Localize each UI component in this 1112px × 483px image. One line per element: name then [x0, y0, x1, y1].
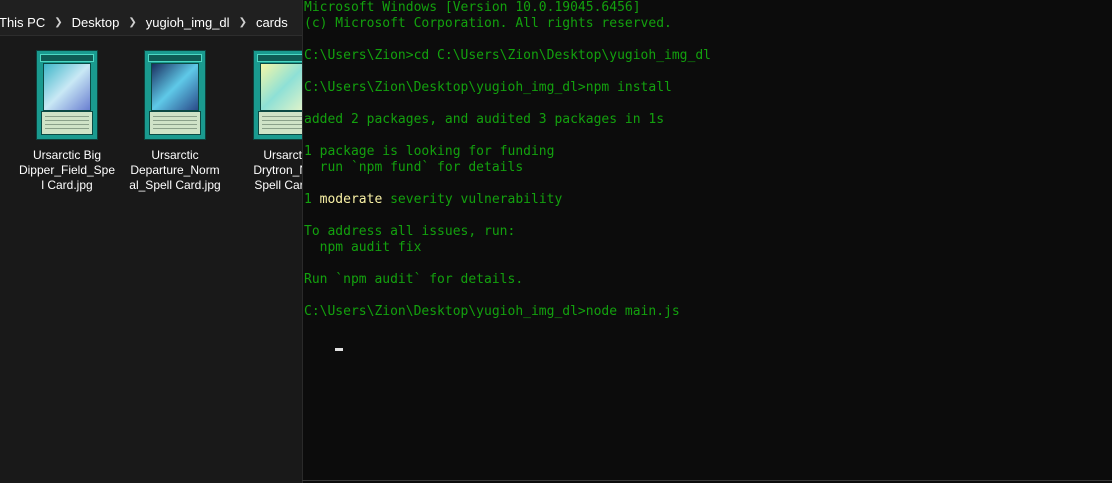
terminal-line: To address all issues, run: — [304, 224, 516, 239]
file-name-line: Dipper_Field_Spe — [18, 163, 116, 177]
terminal-line: Run `npm audit` for details. — [304, 272, 524, 287]
chevron-right-icon[interactable]: ❯ — [121, 17, 143, 28]
card-thumbnail[interactable] — [144, 50, 206, 140]
breadcrumb-cards[interactable]: cards — [254, 15, 290, 30]
breadcrumb-desktop[interactable]: Desktop — [70, 15, 122, 30]
file-name-line: al_Spell Card.jpg — [129, 178, 221, 192]
breadcrumb[interactable]: This PC ❯ Desktop ❯ yugioh_img_dl ❯ card… — [0, 10, 302, 36]
file-item[interactable]: Ursarctic Big Dipper_Field_Spe l Card.jp… — [12, 50, 122, 193]
file-name-line: l Card.jpg — [41, 178, 93, 192]
breadcrumb-yugioh-img-dl[interactable]: yugioh_img_dl — [144, 15, 232, 30]
terminal-output: Microsoft Windows [Version 10.0.19045.64… — [304, 0, 1112, 320]
terminal-line: 1 package is looking for funding — [304, 144, 555, 159]
file-name-line: Ursarctic — [151, 148, 199, 162]
text-cursor — [335, 348, 344, 351]
window-divider — [302, 480, 1112, 481]
card-text-box — [41, 111, 93, 135]
card-text-box — [149, 111, 201, 135]
card-title-bar — [40, 54, 94, 62]
terminal-line: (c) Microsoft Corporation. All rights re… — [304, 16, 672, 31]
terminal-line: Microsoft Windows [Version 10.0.19045.64… — [304, 0, 641, 15]
file-name-line: Drytron_No — [253, 163, 302, 177]
card-thumbnail[interactable] — [253, 50, 302, 140]
card-art — [43, 63, 91, 111]
terminal-input-line[interactable] — [304, 320, 1112, 351]
severity-highlight: moderate — [319, 192, 383, 207]
file-name-label: Ursarctic Departure_Norm al_Spell Card.j… — [120, 148, 230, 193]
card-thumbnail[interactable] — [36, 50, 98, 140]
explorer-title-strip — [0, 0, 302, 10]
file-explorer-window: This PC ❯ Desktop ❯ yugioh_img_dl ❯ card… — [0, 0, 302, 483]
file-name-line: Ursarctic Big — [32, 148, 101, 162]
chevron-right-icon[interactable]: ❯ — [232, 17, 254, 28]
file-name-line: Spell Card. — [254, 178, 302, 192]
card-title-bar — [148, 54, 202, 62]
terminal-line: C:\Users\Zion\Desktop\yugioh_img_dl>node… — [304, 304, 680, 319]
file-name-line: Ursarcti — [263, 148, 302, 162]
terminal-line: npm audit fix — [304, 240, 422, 255]
file-name-line: Departure_Norm — [130, 163, 220, 177]
terminal-window[interactable]: Microsoft Windows [Version 10.0.19045.64… — [302, 0, 1112, 483]
card-text-box — [258, 111, 302, 135]
breadcrumb-this-pc[interactable]: This PC — [0, 15, 47, 30]
terminal-line: C:\Users\Zion>cd C:\Users\Zion\Desktop\y… — [304, 48, 711, 63]
card-title-bar — [257, 54, 302, 62]
chevron-right-icon[interactable]: ❯ — [47, 17, 69, 28]
terminal-line: added 2 packages, and audited 3 packages… — [304, 112, 665, 127]
file-item[interactable]: Ursarctic Departure_Norm al_Spell Card.j… — [120, 50, 230, 193]
file-name-label: Ursarcti Drytron_No Spell Card. — [229, 148, 302, 193]
card-art — [151, 63, 199, 111]
terminal-line: C:\Users\Zion\Desktop\yugioh_img_dl>npm … — [304, 80, 672, 95]
file-item[interactable]: Ursarcti Drytron_No Spell Card. — [229, 50, 302, 193]
terminal-line: 1 moderate severity vulnerability — [304, 192, 563, 207]
card-art — [260, 63, 302, 111]
terminal-line: run `npm fund` for details — [304, 160, 524, 175]
file-name-label: Ursarctic Big Dipper_Field_Spe l Card.jp… — [12, 148, 122, 193]
